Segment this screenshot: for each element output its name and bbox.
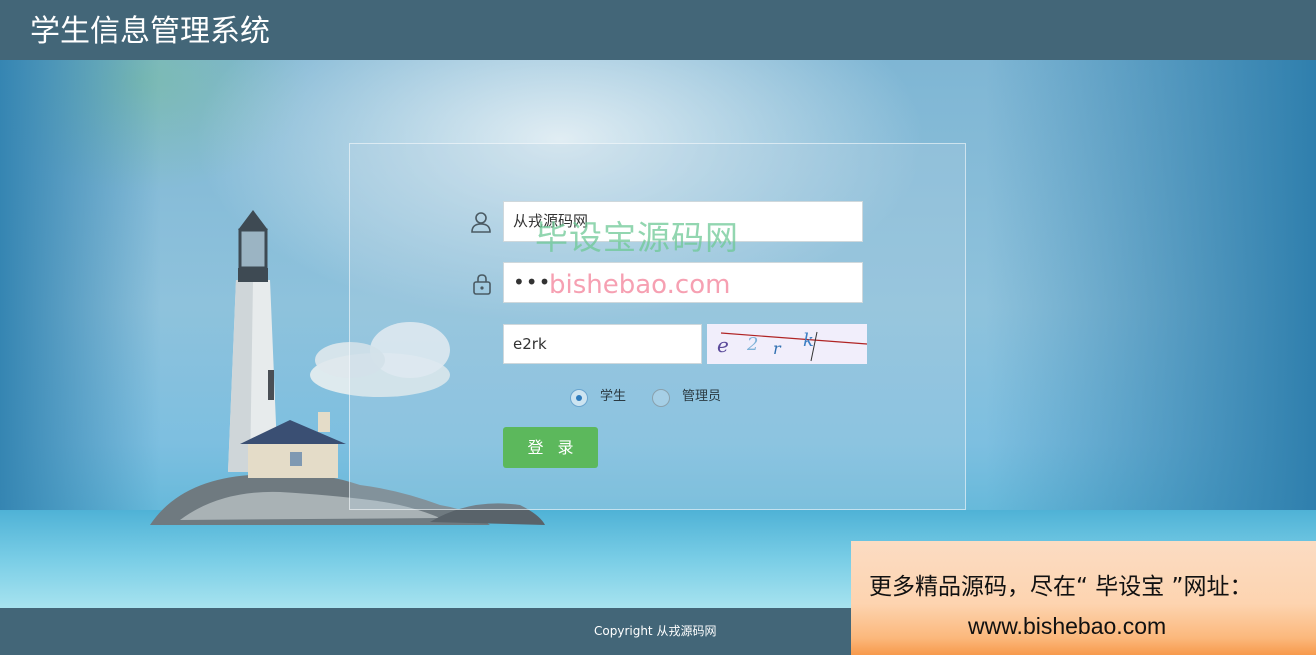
role-label-student: 学生 — [600, 389, 627, 404]
copyright-text: Copyright 从戎源码网 — [594, 624, 717, 638]
captcha-graphic: e 2 r k — [717, 330, 868, 362]
watermark-chinese: 毕设宝源码网 — [535, 218, 739, 257]
svg-text:r: r — [773, 339, 782, 358]
header-bar: 学生信息管理系统 — [0, 0, 1316, 60]
lock-icon — [473, 274, 491, 295]
role-radio-student[interactable] — [570, 389, 588, 407]
captcha-image[interactable]: e 2 r k — [707, 324, 868, 364]
promo-text: 更多精品源码，尽在“ 毕设宝 ”网址： — [869, 574, 1253, 600]
svg-text:2: 2 — [746, 334, 758, 355]
user-icon — [471, 212, 491, 233]
role-radio-admin[interactable] — [652, 389, 670, 407]
svg-text:e: e — [717, 333, 729, 357]
role-label-admin: 管理员 — [682, 389, 722, 404]
login-button[interactable]: 登录 — [503, 427, 598, 468]
svg-text:k: k — [803, 330, 814, 351]
watermark-english: bishebao.com — [549, 270, 731, 300]
app-title: 学生信息管理系统 — [30, 14, 270, 49]
promo-url[interactable]: www.bishebao.com — [968, 610, 1166, 642]
captcha-input[interactable]: e2rk — [503, 324, 702, 364]
